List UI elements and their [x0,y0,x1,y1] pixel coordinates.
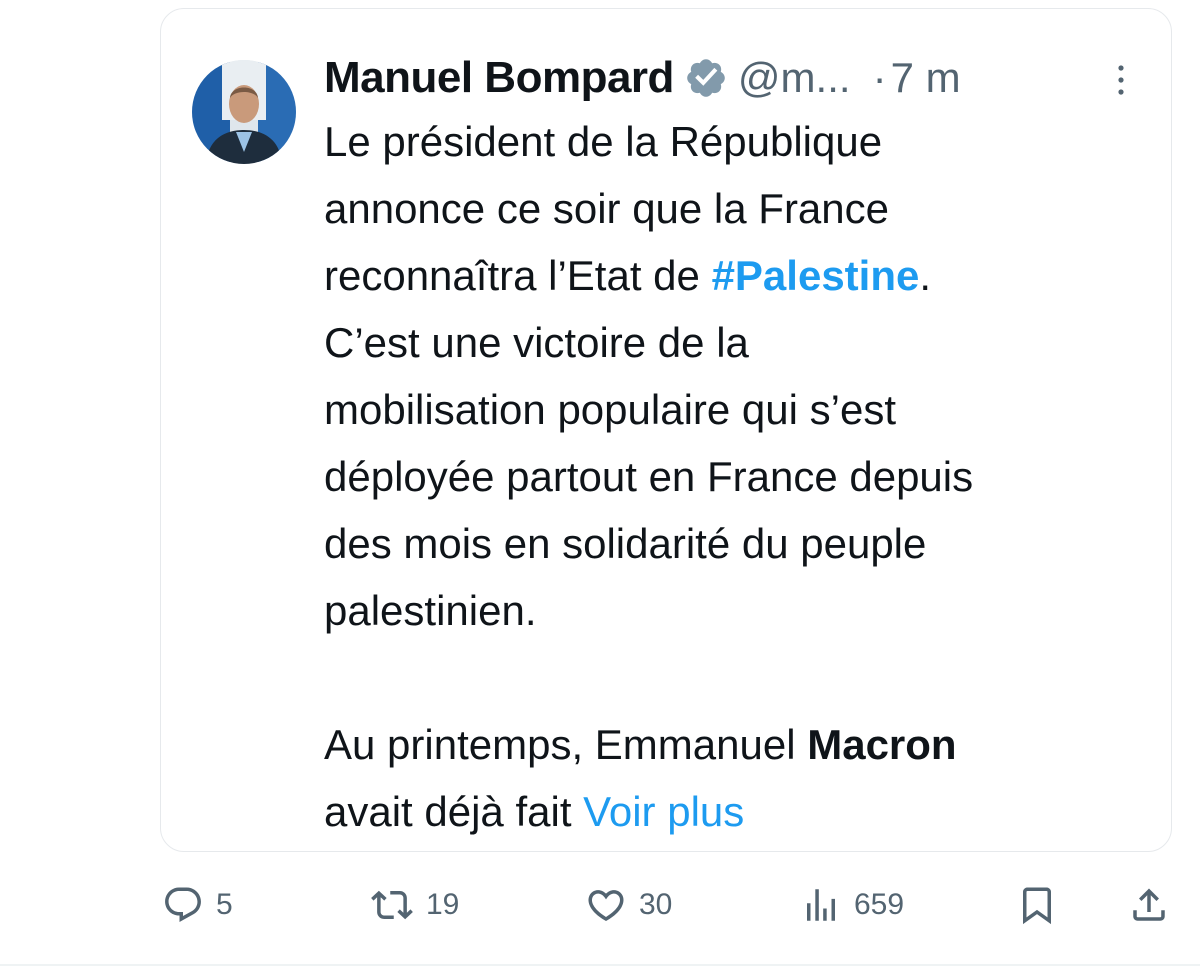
tweet-text-line: des mois en solidarité du peuple [324,520,927,567]
timestamp[interactable]: 7 m [891,54,961,102]
bookmark-button[interactable] [1016,884,1058,926]
see-more-link[interactable]: Voir plus [583,788,744,835]
like-button[interactable]: 30 [585,884,672,926]
tweet-text-line: Le président de la République [324,118,883,165]
separator-dot: · [872,54,887,101]
share-button[interactable] [1128,884,1170,926]
tweet-text-line: avait déjà fait Voir plus [324,778,1164,845]
views-button[interactable]: 659 [800,884,904,926]
tweet-text-line: mobilisation populaire qui s’est [324,386,896,433]
tweet-text-fragment: . [919,252,932,299]
heart-icon [588,890,624,922]
tweet-text-line: annonce ce soir que la France [324,185,890,232]
tweet-text-line: déployée partout en France depuis [324,453,974,500]
author-handle[interactable]: @m... [738,54,851,102]
bookmark-icon [1023,887,1051,925]
tweet-text: Le président de la République annonce ce… [324,108,1164,845]
tweet-text-line: reconnaîtra l’Etat de #Palestine. [324,242,1164,309]
tweet-text-fragment: avait déjà fait [324,788,584,835]
share-icon [1133,888,1165,921]
tweet-text-line: C’est une victoire de la [324,319,749,366]
tweet-text-line: Au printemps, Emmanuel Macron [324,711,1164,778]
like-count: 30 [639,888,673,921]
avatar[interactable] [192,60,296,164]
retweet-button[interactable]: 19 [370,884,459,926]
tweet-text-line: palestinien. [324,587,537,634]
views-count: 659 [854,888,905,921]
avatar-photo-icon [192,60,296,164]
tweet-text-fragment: Au printemps, Emmanuel [324,721,808,768]
page: Manuel Bompard @m... · 7 m Le président … [0,0,1200,966]
retweet-count: 19 [426,888,460,921]
reply-icon [165,887,201,922]
views-icon [807,889,835,921]
reply-button[interactable]: 5 [162,884,233,926]
retweet-icon [371,890,413,920]
action-bar: 5 19 30 659 [0,870,1200,940]
tweet-text-fragment: reconnaîtra l’Etat de [324,252,712,299]
hashtag-link[interactable]: #Palestine [712,252,920,299]
tweet-header: Manuel Bompard @m... · 7 m [324,48,961,108]
reply-count: 5 [216,888,233,921]
more-options-icon[interactable] [1114,62,1128,98]
bold-text: Macron [807,721,957,768]
verified-badge-icon[interactable] [684,56,728,100]
author-name[interactable]: Manuel Bompard [324,53,674,103]
